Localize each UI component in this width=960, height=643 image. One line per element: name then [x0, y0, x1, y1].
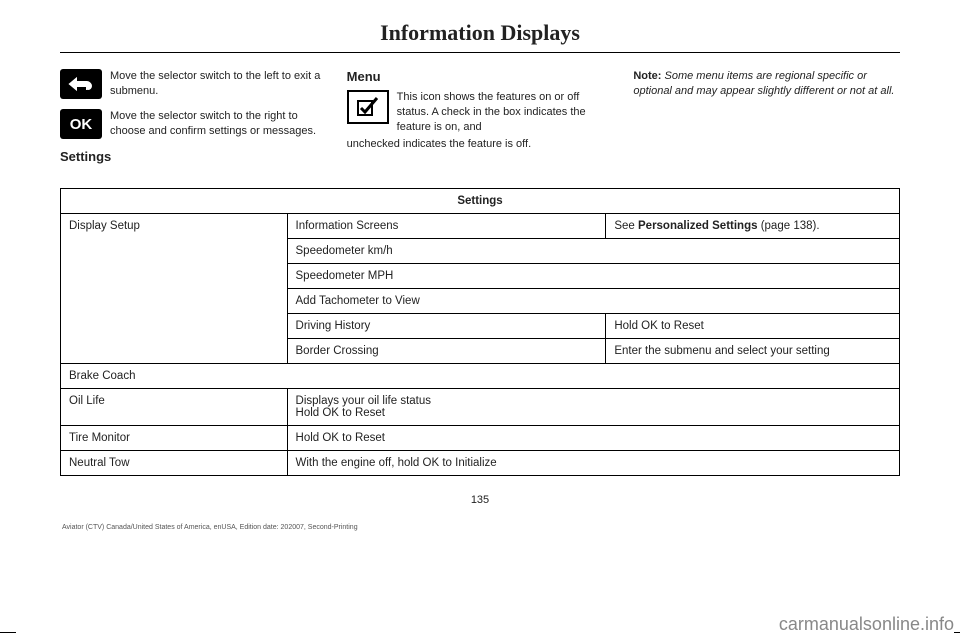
- cell-submenu: Enter the submenu and select your settin…: [606, 339, 900, 364]
- table-row: Display Setup Information Screens See Pe…: [61, 214, 900, 239]
- table-row: Brake Coach: [61, 364, 900, 389]
- ok-instruction: OK Move the selector switch to the right…: [60, 109, 327, 139]
- crop-mark-icon: [954, 632, 960, 633]
- ok-instruction-text: Move the selector switch to the right to…: [110, 109, 327, 139]
- cell-oil-life-desc: Displays your oil life status Hold OK to…: [287, 389, 899, 426]
- table-row: Oil Life Displays your oil life status H…: [61, 389, 900, 426]
- page-title: Information Displays: [60, 20, 900, 46]
- cell-oil-life: Oil Life: [61, 389, 288, 426]
- cell-hold-ok-1: Hold OK to Reset: [606, 314, 900, 339]
- column-2: Menu This icon shows the features on or …: [347, 69, 614, 172]
- table-row: Neutral Tow With the engine off, hold OK…: [61, 451, 900, 476]
- menu-heading: Menu: [347, 69, 614, 84]
- cell-tach: Add Tachometer to View: [287, 289, 899, 314]
- cell-speedo-mph: Speedometer MPH: [287, 264, 899, 289]
- ok-icon-label: OK: [70, 116, 93, 133]
- table-row: Tire Monitor Hold OK to Reset: [61, 426, 900, 451]
- cell-display-setup: Display Setup: [61, 214, 288, 364]
- column-1: Move the selector switch to the left to …: [60, 69, 327, 172]
- cell-personalized: See Personalized Settings (page 138).: [606, 214, 900, 239]
- cell-neutral-tow: Neutral Tow: [61, 451, 288, 476]
- note-text: Some menu items are regional specific or…: [633, 70, 894, 97]
- back-instruction: Move the selector switch to the left to …: [60, 69, 327, 99]
- table-header-row: Settings: [61, 189, 900, 214]
- cell-hold-ok-2: Hold OK to Reset: [287, 426, 899, 451]
- ok-icon: OK: [60, 109, 102, 139]
- settings-table: Settings Display Setup Information Scree…: [60, 188, 900, 476]
- txt: (page 138).: [758, 220, 820, 232]
- cell-tire-monitor: Tire Monitor: [61, 426, 288, 451]
- cell-border-crossing: Border Crossing: [287, 339, 606, 364]
- note-block: Note: Some menu items are regional speci…: [633, 69, 900, 99]
- cell-speedo-kmh: Speedometer km/h: [287, 239, 899, 264]
- crop-mark-icon: [0, 632, 16, 633]
- title-block: Information Displays: [60, 20, 900, 53]
- note-label: Note:: [633, 70, 661, 82]
- back-instruction-text: Move the selector switch to the left to …: [110, 69, 327, 99]
- cell-brake-coach: Brake Coach: [61, 364, 900, 389]
- menu-desc-1: This icon shows the features on or off s…: [397, 90, 614, 135]
- txt: Displays your oil life status: [296, 395, 432, 407]
- column-3: Note: Some menu items are regional speci…: [633, 69, 900, 172]
- cell-info-screens: Information Screens: [287, 214, 606, 239]
- columns: Move the selector switch to the left to …: [60, 69, 900, 172]
- settings-heading: Settings: [60, 149, 327, 164]
- page-number: 135: [60, 494, 900, 506]
- checkbox-icon: [347, 90, 389, 124]
- cell-initialize: With the engine off, hold OK to Initiali…: [287, 451, 899, 476]
- table-header: Settings: [61, 189, 900, 214]
- txt-bold: Personalized Settings: [638, 220, 758, 232]
- txt: Hold OK to Reset: [296, 407, 385, 419]
- page: Information Displays Move the selector s…: [0, 0, 960, 541]
- menu-desc-2: unchecked indicates the feature is off.: [347, 137, 614, 152]
- cell-driving-history: Driving History: [287, 314, 606, 339]
- footer-text: Aviator (CTV) Canada/United States of Am…: [60, 524, 900, 531]
- txt: See: [614, 220, 638, 232]
- back-arrow-icon: [60, 69, 102, 99]
- menu-check-row: This icon shows the features on or off s…: [347, 90, 614, 135]
- watermark: carmanualsonline.info: [779, 614, 954, 635]
